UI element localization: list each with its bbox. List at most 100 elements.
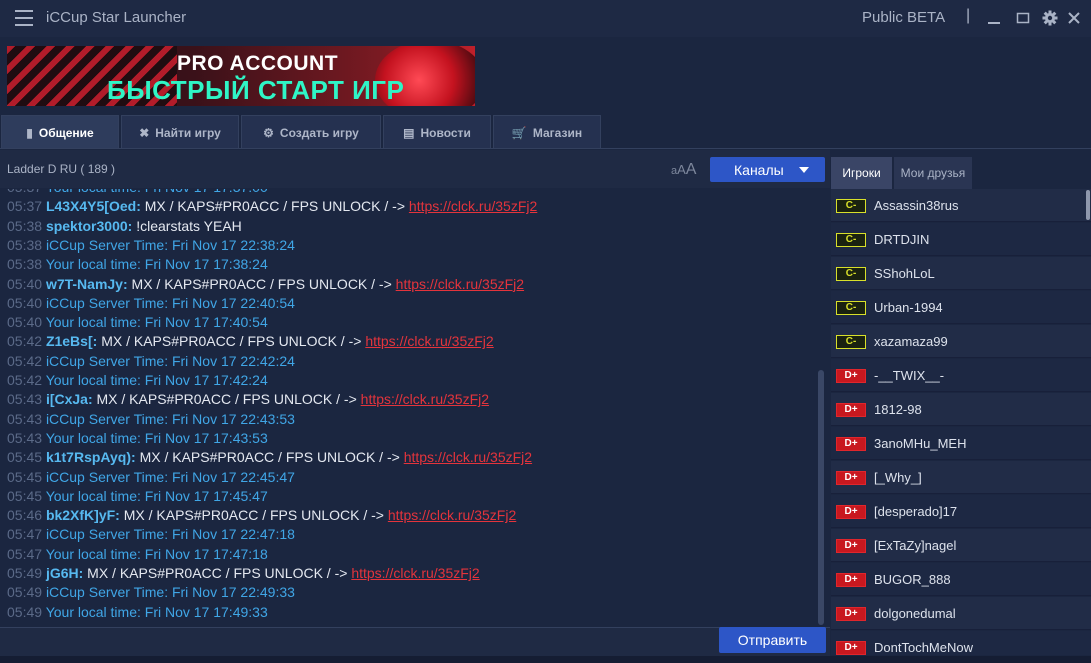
message-link[interactable]: https://clck.ru/35zFj2 bbox=[404, 449, 532, 465]
close-icon[interactable] bbox=[1066, 10, 1082, 26]
tab-news[interactable]: ▤ Новости bbox=[383, 115, 491, 149]
chat-message: 05:40 Your local time: Fri Nov 17 17:40:… bbox=[7, 314, 268, 334]
chat-input[interactable] bbox=[4, 630, 718, 654]
message-text: MX / KAPS#PR0ACC / FPS UNLOCK / -> bbox=[144, 198, 406, 215]
player-name: 1812-98 bbox=[874, 402, 922, 417]
rank-badge: C- bbox=[836, 335, 866, 349]
minimize-icon[interactable] bbox=[986, 10, 1002, 26]
message-link[interactable]: https://clck.ru/35zFj2 bbox=[396, 276, 524, 292]
message-author[interactable]: L43X4Y5[Oed: bbox=[46, 198, 141, 214]
message-author[interactable]: k1t7RspAyq): bbox=[46, 449, 136, 465]
rank-badge: C- bbox=[836, 301, 866, 315]
message-author[interactable]: w7T-NamJy: bbox=[46, 276, 128, 292]
player-row[interactable]: C- DRTDJIN bbox=[831, 223, 1091, 256]
tab-players[interactable]: Игроки bbox=[831, 157, 892, 189]
system-message-text: Your local time: Fri Nov 17 17:40:54 bbox=[45, 314, 268, 331]
message-text: !clearstats YEAH bbox=[136, 217, 242, 234]
message-link[interactable]: https://clck.ru/35zFj2 bbox=[409, 198, 537, 214]
app-title: iCCup Star Launcher bbox=[46, 9, 187, 26]
system-message-text: iCCup Server Time: Fri Nov 17 22:38:24 bbox=[45, 236, 295, 253]
maximize-icon[interactable] bbox=[1015, 10, 1031, 26]
message-author[interactable]: spektor3000: bbox=[46, 218, 132, 234]
player-row[interactable]: D+ [desperado]17 bbox=[831, 495, 1091, 528]
tab-label: Найти игру bbox=[155, 125, 221, 140]
hamburger-menu-icon[interactable] bbox=[15, 10, 33, 26]
chat-message: 05:42 iCCup Server Time: Fri Nov 17 22:4… bbox=[7, 353, 295, 373]
channel-name: Ladder D RU bbox=[7, 162, 78, 176]
tab-shop[interactable]: 🛒 Магазин bbox=[493, 115, 601, 149]
main-tabs: ▮ Общение ✖ Найти игру ⚙ Создать игру ▤ … bbox=[0, 115, 1091, 149]
player-row[interactable]: C- Urban-1994 bbox=[831, 291, 1091, 324]
edition-label: Public BETA bbox=[862, 9, 946, 26]
chat-message: 05:49 Your local time: Fri Nov 17 17:49:… bbox=[7, 604, 268, 624]
player-row[interactable]: C- Assassin38rus bbox=[831, 189, 1091, 222]
player-name: [ExTaZy]nagel bbox=[874, 538, 957, 553]
player-name: DontTochMeNow bbox=[874, 640, 973, 655]
chat-message: 05:38 iCCup Server Time: Fri Nov 17 22:3… bbox=[7, 237, 295, 257]
message-time: 05:49 bbox=[7, 603, 43, 620]
message-author[interactable]: jG6H: bbox=[46, 565, 83, 581]
chat-log[interactable]: 05:37 Your local time: Fri Nov 17 17:37:… bbox=[0, 189, 830, 627]
player-row[interactable]: D+ [_Why_] bbox=[831, 461, 1091, 494]
message-time: 05:42 bbox=[7, 372, 43, 388]
promo-banner[interactable]: PRO ACCOUNT БЫСТРЫЙ СТАРТ ИГР bbox=[7, 46, 475, 106]
player-row[interactable]: D+ [ExTaZy]nagel bbox=[831, 529, 1091, 562]
title-separator: | bbox=[966, 7, 971, 24]
chat-message: 05:37 L43X4Y5[Oed: MX / KAPS#PR0ACC / FP… bbox=[7, 198, 537, 218]
message-time: 05:43 bbox=[7, 391, 43, 408]
font-size-control[interactable]: aAA bbox=[671, 161, 696, 179]
message-time: 05:40 bbox=[7, 314, 43, 331]
player-row[interactable]: D+ -__TWIX__- bbox=[831, 359, 1091, 392]
user-count: ( 189 ) bbox=[80, 162, 116, 176]
chat-message: 05:49 iCCup Server Time: Fri Nov 17 22:4… bbox=[7, 584, 295, 604]
tab-find-game[interactable]: ✖ Найти игру bbox=[121, 115, 239, 149]
chat-scrollbar[interactable] bbox=[818, 370, 824, 625]
message-link[interactable]: https://clck.ru/35zFj2 bbox=[365, 333, 493, 349]
chat-message: 05:43 Your local time: Fri Nov 17 17:43:… bbox=[7, 430, 268, 450]
chat-message: 05:40 iCCup Server Time: Fri Nov 17 22:4… bbox=[7, 295, 295, 315]
send-button[interactable]: Отправить bbox=[719, 627, 826, 653]
rank-badge: C- bbox=[836, 199, 866, 213]
chat-message: 05:40 w7T-NamJy: MX / KAPS#PR0ACC / FPS … bbox=[7, 276, 524, 296]
channels-button[interactable]: Каналы bbox=[710, 157, 825, 182]
message-link[interactable]: https://clck.ru/35zFj2 bbox=[351, 565, 479, 581]
chat-message: 05:45 k1t7RspAyq): MX / KAPS#PR0ACC / FP… bbox=[7, 449, 532, 469]
player-list: C- Assassin38rus C- DRTDJIN C- SShohLoL C- Urba… bbox=[831, 189, 1091, 655]
banner-subtitle: БЫСТРЫЙ СТАРТ ИГР bbox=[107, 75, 405, 105]
message-time: 05:38 bbox=[7, 236, 43, 253]
message-time: 05:49 bbox=[7, 584, 43, 601]
system-message-text: Your local time: Fri Nov 17 17:38:24 bbox=[45, 256, 268, 273]
player-row[interactable]: D+ 3anoMHu_MEH bbox=[831, 427, 1091, 460]
gear-icon[interactable] bbox=[1042, 10, 1058, 26]
message-author[interactable]: bk2XfK]yF: bbox=[46, 507, 120, 523]
rank-badge: D+ bbox=[836, 437, 866, 451]
title-bar: iCCup Star Launcher Public BETA | bbox=[0, 0, 1091, 37]
message-time: 05:45 bbox=[7, 449, 43, 466]
message-author[interactable]: Z1eBs[: bbox=[46, 333, 97, 349]
message-text: MX / KAPS#PR0ACC / FPS UNLOCK / -> bbox=[96, 391, 357, 408]
tab-chat[interactable]: ▮ Общение bbox=[1, 115, 119, 149]
message-link[interactable]: https://clck.ru/35zFj2 bbox=[361, 391, 489, 407]
gears-icon: ⚙ bbox=[263, 125, 274, 140]
message-author[interactable]: i[CxJa: bbox=[46, 391, 93, 407]
message-time: 05:42 bbox=[7, 352, 43, 369]
player-row[interactable]: C- SShohLoL bbox=[831, 257, 1091, 290]
system-message-text: iCCup Server Time: Fri Nov 17 22:42:24 bbox=[45, 352, 295, 369]
player-name: DRTDJIN bbox=[874, 232, 930, 247]
chat-message: 05:38 spektor3000: !clearstats YEAH bbox=[7, 218, 242, 238]
tab-create-game[interactable]: ⚙ Создать игру bbox=[241, 115, 381, 149]
message-time: 05:45 bbox=[7, 468, 43, 485]
player-name: xazamaza99 bbox=[874, 334, 948, 349]
player-row[interactable]: D+ 1812-98 bbox=[831, 393, 1091, 426]
rank-badge: C- bbox=[836, 267, 866, 281]
chat-message: 05:43 i[CxJa: MX / KAPS#PR0ACC / FPS UNL… bbox=[7, 391, 489, 411]
player-row[interactable]: D+ BUGOR_888 bbox=[831, 563, 1091, 596]
tab-friends[interactable]: Мои друзья bbox=[894, 157, 972, 189]
player-row[interactable]: C-xazamaza99 bbox=[831, 325, 1091, 358]
player-row[interactable]: D+ dolgonedumal bbox=[831, 597, 1091, 630]
player-name: Assassin38rus bbox=[874, 198, 959, 213]
message-time: 05:40 bbox=[7, 275, 43, 292]
player-list-scrollbar[interactable] bbox=[1086, 190, 1090, 220]
message-link[interactable]: https://clck.ru/35zFj2 bbox=[388, 507, 516, 523]
player-row[interactable]: D+ DontTochMeNow bbox=[831, 631, 1091, 655]
